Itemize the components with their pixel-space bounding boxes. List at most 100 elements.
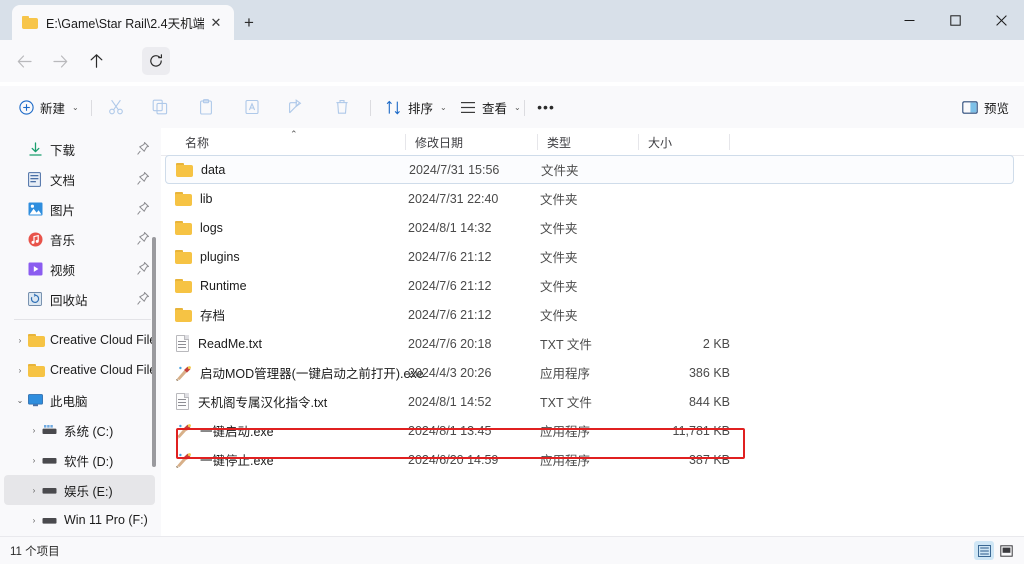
browser-tab[interactable]: E:\Game\Star Rail\2.4天机端 ✕ bbox=[12, 5, 234, 40]
chevron-right-icon[interactable]: › bbox=[26, 486, 42, 495]
file-date-cell: 2024/7/6 21:12 bbox=[408, 249, 492, 264]
chevron-right-icon[interactable]: › bbox=[26, 516, 42, 525]
sidebar-item-entertainment-e[interactable]: › 娱乐 (E:) bbox=[4, 475, 155, 505]
table-row[interactable]: 启动MOD管理器(一键启动之前打开).exe 2024/4/3 20:26 应用… bbox=[165, 358, 1014, 387]
chevron-down-icon: ⌄ bbox=[440, 102, 447, 112]
table-row[interactable]: 天机阁专属汉化指令.txt 2024/8/1 14:52 TXT 文件 844 … bbox=[165, 387, 1014, 416]
cut-button[interactable] bbox=[100, 93, 132, 121]
column-header-name[interactable]: 名称 ⌃ bbox=[175, 128, 405, 156]
sidebar-scrollbar[interactable] bbox=[152, 237, 156, 467]
table-row[interactable]: 一键启动.exe 2024/8/1 13:45 应用程序 11,781 KB bbox=[165, 416, 1014, 445]
sidebar-item-label: Creative Cloud Files bbox=[50, 363, 155, 377]
file-name-cell: 天机阁专属汉化指令.txt bbox=[175, 392, 327, 411]
maximize-button[interactable] bbox=[932, 0, 978, 40]
sidebar-item-documents[interactable]: 文档 bbox=[4, 164, 155, 194]
minimize-button[interactable] bbox=[886, 0, 932, 40]
rename-button[interactable] bbox=[236, 93, 268, 121]
column-headers: 名称 ⌃ 修改日期 类型 大小 bbox=[161, 128, 1024, 156]
file-name-label: ReadMe.txt bbox=[198, 336, 262, 351]
close-tab-icon[interactable]: ✕ bbox=[204, 11, 228, 35]
file-name-cell: 一键停止.exe bbox=[175, 450, 274, 469]
column-header-type[interactable]: 类型 bbox=[537, 128, 637, 156]
column-header-size[interactable]: 大小 bbox=[638, 128, 728, 156]
chevron-down-icon[interactable]: ⌄ bbox=[12, 396, 28, 405]
sidebar-item-downloads[interactable]: 下载 bbox=[4, 134, 155, 164]
large-icons-view-button[interactable] bbox=[996, 541, 1016, 560]
preview-pane-label: 预览 bbox=[984, 101, 1010, 116]
pin-icon bbox=[137, 231, 150, 246]
sidebar-item-win11pro-f[interactable]: › Win 11 Pro (F:) bbox=[4, 505, 155, 535]
copy-button[interactable] bbox=[144, 93, 176, 121]
table-row[interactable]: logs 2024/8/1 14:32 文件夹 bbox=[165, 213, 1014, 242]
pictures-icon bbox=[28, 202, 46, 216]
table-row[interactable]: lib 2024/7/31 22:40 文件夹 bbox=[165, 184, 1014, 213]
column-header-date[interactable]: 修改日期 bbox=[405, 128, 537, 156]
sidebar-item-recycle-bin[interactable]: 回收站 bbox=[4, 284, 155, 314]
sort-button[interactable]: 排序 ⌄ bbox=[379, 93, 454, 121]
share-button[interactable] bbox=[280, 93, 312, 121]
file-type-cell: 文件夹 bbox=[540, 222, 578, 236]
table-row[interactable]: 存档 2024/7/6 21:12 文件夹 bbox=[165, 300, 1014, 329]
navigation-sidebar[interactable]: 下载 文档 图片 音乐 视频 回收站 › Creative Cloud File… bbox=[0, 128, 161, 536]
sidebar-item-pictures[interactable]: 图片 bbox=[4, 194, 155, 224]
title-bar: E:\Game\Star Rail\2.4天机端 ✕ + bbox=[0, 0, 1024, 40]
preview-pane-button[interactable]: 预览 bbox=[955, 93, 1016, 121]
folder-icon bbox=[175, 192, 192, 206]
sidebar-item-this-pc[interactable]: ⌄ 此电脑 bbox=[4, 385, 155, 415]
sidebar-item-system-c[interactable]: › 系统 (C:) bbox=[4, 415, 155, 445]
sidebar-item-label: 此电脑 bbox=[50, 394, 88, 409]
forward-button[interactable] bbox=[46, 47, 74, 75]
file-name-label: logs bbox=[200, 220, 223, 235]
file-name-label: 一键停止.exe bbox=[200, 454, 274, 468]
window-controls bbox=[886, 0, 1024, 40]
new-tab-button[interactable]: + bbox=[236, 10, 262, 36]
music-icon bbox=[28, 232, 46, 247]
sidebar-item-software-d[interactable]: › 软件 (D:) bbox=[4, 445, 155, 475]
view-button-label: 查看 bbox=[482, 101, 508, 116]
file-size-cell: 844 KB bbox=[688, 394, 730, 409]
view-button[interactable]: 查看 ⌄ bbox=[453, 93, 528, 121]
details-view-button[interactable] bbox=[974, 541, 994, 560]
sidebar-item-music[interactable]: 音乐 bbox=[4, 224, 155, 254]
table-row[interactable]: Runtime 2024/7/6 21:12 文件夹 bbox=[165, 271, 1014, 300]
sidebar-item-creative-cloud-files-1[interactable]: › Creative Cloud Files bbox=[4, 325, 155, 355]
refresh-button[interactable] bbox=[142, 47, 170, 75]
file-date-cell: 2024/8/1 14:52 bbox=[408, 394, 492, 409]
system-drive-icon bbox=[42, 424, 60, 436]
toolbar-divider bbox=[370, 100, 371, 116]
more-options-label: ••• bbox=[537, 99, 555, 115]
column-divider[interactable] bbox=[729, 134, 730, 150]
delete-button[interactable] bbox=[326, 93, 358, 121]
folder-icon bbox=[175, 250, 192, 264]
column-header-name-label: 名称 bbox=[185, 135, 210, 150]
chevron-right-icon[interactable]: › bbox=[12, 366, 28, 375]
back-button[interactable] bbox=[10, 47, 38, 75]
file-name-label: Runtime bbox=[200, 278, 247, 293]
new-button-label: 新建 bbox=[40, 101, 66, 116]
file-date-cell: 2024/7/6 20:18 bbox=[408, 336, 492, 351]
paste-button[interactable] bbox=[190, 93, 222, 121]
table-row[interactable]: 一键停止.exe 2024/6/20 14:59 应用程序 387 KB bbox=[165, 445, 1014, 474]
file-name-cell: logs bbox=[175, 221, 223, 235]
more-options-button[interactable]: ••• bbox=[530, 93, 562, 121]
file-date-cell: 2024/7/6 21:12 bbox=[408, 307, 492, 322]
up-button[interactable] bbox=[82, 47, 110, 75]
file-type-cell: 文件夹 bbox=[540, 193, 578, 207]
chevron-right-icon[interactable]: › bbox=[12, 336, 28, 345]
file-name-cell: 一键启动.exe bbox=[175, 421, 274, 440]
new-button[interactable]: 新建 ⌄ bbox=[12, 93, 86, 121]
sidebar-item-creative-cloud-files-2[interactable]: › Creative Cloud Files bbox=[4, 355, 155, 385]
sidebar-item-videos[interactable]: 视频 bbox=[4, 254, 155, 284]
file-date-cell: 2024/4/3 20:26 bbox=[408, 365, 492, 380]
chevron-right-icon[interactable]: › bbox=[26, 456, 42, 465]
table-row[interactable]: plugins 2024/7/6 21:12 文件夹 bbox=[165, 242, 1014, 271]
file-name-cell: lib bbox=[175, 192, 213, 206]
file-size-cell: 387 KB bbox=[688, 452, 730, 467]
file-rows: data 2024/7/31 15:56 文件夹 lib 2024/7/31 2… bbox=[161, 155, 1024, 474]
close-window-button[interactable] bbox=[978, 0, 1024, 40]
table-row[interactable]: ReadMe.txt 2024/7/6 20:18 TXT 文件 2 KB bbox=[165, 329, 1014, 358]
table-row[interactable]: data 2024/7/31 15:56 文件夹 bbox=[165, 155, 1014, 184]
sidebar-item-label: 娱乐 (E:) bbox=[64, 484, 113, 499]
text-file-icon bbox=[175, 393, 190, 410]
chevron-right-icon[interactable]: › bbox=[26, 426, 42, 435]
